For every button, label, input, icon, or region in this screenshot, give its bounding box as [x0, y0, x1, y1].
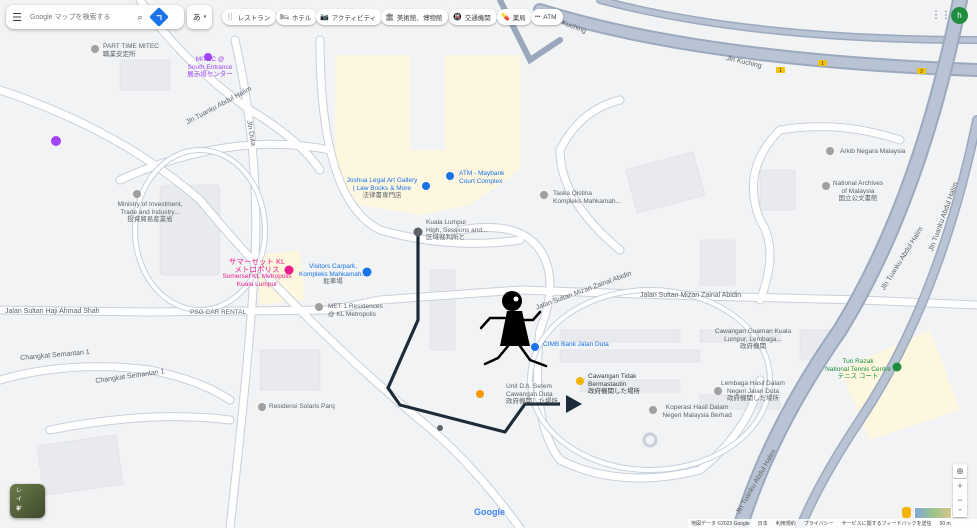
footer-region[interactable]: 日本: [758, 520, 768, 527]
place-cimb-bank[interactable]: CIMB Bank Jalan Duta: [543, 341, 609, 349]
chip-pharmacy[interactable]: 💊 薬局: [497, 9, 532, 25]
place-cawangan-guaman[interactable]: Cawangan Guaman Kuala Lumpur, Lembaga... 政…: [715, 328, 791, 351]
place-taska-qistina[interactable]: Taska Qistina Kompleks Mahkamah...: [553, 190, 621, 205]
search-input[interactable]: [28, 12, 132, 22]
search-box[interactable]: ☰ ⌕: [6, 5, 184, 29]
google-logo: Google: [474, 507, 505, 517]
chevron-down-icon: ▾: [203, 14, 207, 20]
map-canvas[interactable]: 1 1 2: [0, 0, 977, 528]
svg-text:1: 1: [779, 68, 782, 74]
museum-icon: 🏛: [385, 14, 394, 21]
place-joshua-gallery[interactable]: Joshua Legal Art Gallery | Law Books & Mo…: [347, 177, 418, 200]
chip-activities[interactable]: 📷 アクティビティ: [316, 9, 383, 25]
footer-terms-link[interactable]: 利用規約: [776, 520, 796, 527]
place-visitors-carpark[interactable]: Visitors Carpark, Kompleks Mahkamah... 駐車場: [299, 263, 367, 286]
svg-text:1: 1: [821, 61, 824, 67]
ime-label: あ: [192, 12, 201, 22]
pharmacy-icon: 💊: [501, 14, 510, 21]
map-footer: 地図データ ©2023 Google 日本 利用規約 プライバシー サービスに関…: [688, 519, 977, 528]
imagery-thumbnails[interactable]: [914, 507, 952, 519]
camera-icon: 📷: [320, 14, 329, 21]
chevron-up-icon: ⌃: [957, 508, 963, 516]
place-met1[interactable]: MET 1 Residences @ KL Metropolis: [328, 303, 383, 318]
ime-toggle-button[interactable]: あ ▾: [187, 5, 212, 29]
road-jln-sultan-mizan-2: Jalan Sultan Mizan Zainal Abidin: [640, 292, 742, 299]
layers-button[interactable]: ◈ レイヤ: [10, 484, 45, 518]
place-cawangan-tidak[interactable]: Cawangan Tidak Bermastautin 政府機関した場所: [588, 373, 640, 396]
transit-icon: 🚇: [453, 14, 462, 21]
place-summerset-kl[interactable]: サマーセット KL メトロポリス Somerset KL Metropolis Kua…: [222, 258, 291, 288]
road-jln-sultan-haji: Jalan Sultan Haji Ahmad Shah: [5, 308, 100, 315]
place-unit-setem[interactable]: Unit D.h. Setem Cawangan Duta 政府機関した場所: [506, 383, 558, 406]
chip-hotel[interactable]: 🛏 ホテル: [276, 9, 318, 25]
place-mitec[interactable]: MITEC @ South Entrance 展示場センター: [187, 56, 233, 79]
place-lembaga-hasil[interactable]: Lembaga Hasil Dalam Negeri Jalan Duta 政府機関…: [721, 380, 785, 403]
plus-icon: +: [957, 481, 963, 491]
map-data-credit: 地図データ ©2023 Google: [691, 521, 750, 527]
expand-button[interactable]: ⌃: [953, 506, 967, 517]
place-koperasi[interactable]: Koperasi Hasil Dalam Negeri Malaysia Berh…: [662, 404, 731, 419]
search-icon[interactable]: ⌕: [132, 12, 148, 23]
footer-privacy-link[interactable]: プライバシー: [804, 520, 834, 527]
scale-bar[interactable]: 50 m: [940, 521, 951, 527]
place-atm-maybank[interactable]: ATM - Maybank Court Complex: [459, 170, 504, 185]
zoom-in-button[interactable]: +: [953, 479, 967, 493]
place-tun-razak-tennis[interactable]: Tun Razak National Tennis Centre テニス コート: [825, 358, 891, 381]
place-residensi-solaris[interactable]: Residensi Solaris Parq: [269, 403, 335, 411]
my-location-button[interactable]: ⊕: [953, 464, 967, 478]
footer-feedback-link[interactable]: サービスに関するフィードバックを送信: [842, 520, 932, 527]
crosshair-icon: ⊕: [956, 465, 964, 476]
chip-museums[interactable]: 🏛 美術館、博物館: [381, 9, 449, 25]
hotel-icon: 🛏: [280, 14, 289, 21]
chip-restaurant[interactable]: 🍴 レストラン: [222, 9, 277, 25]
account-avatar[interactable]: h: [951, 7, 968, 24]
hamburger-icon[interactable]: ☰: [6, 11, 28, 24]
place-arkib-negara[interactable]: Arkib Negara Malaysia: [840, 148, 905, 156]
directions-icon[interactable]: [149, 7, 169, 27]
chip-transit[interactable]: 🚇 交通機関: [449, 9, 497, 25]
minus-icon: −: [957, 495, 963, 505]
place-kl-high-court[interactable]: Kuala Lumpur High, Sessions and... 区域裁判所と: [426, 219, 487, 242]
zoom-out-button[interactable]: −: [953, 493, 967, 507]
restaurant-icon: 🍴: [226, 14, 235, 21]
place-psg-car-rental[interactable]: PSG CAR RENTAL: [190, 309, 246, 317]
pegman-icon[interactable]: [902, 507, 911, 518]
place-national-archives[interactable]: National Archives of Malaysia 国立公文書館: [833, 180, 883, 203]
place-ministry[interactable]: Ministry of Investment, Trade and Industr…: [117, 201, 182, 224]
chip-atm[interactable]: ••• ATM: [531, 9, 563, 25]
more-icon: •••: [535, 14, 541, 20]
svg-text:2: 2: [920, 69, 923, 75]
place-part-time-mitec[interactable]: PART TIME MITEC 職業安定所: [103, 43, 159, 58]
